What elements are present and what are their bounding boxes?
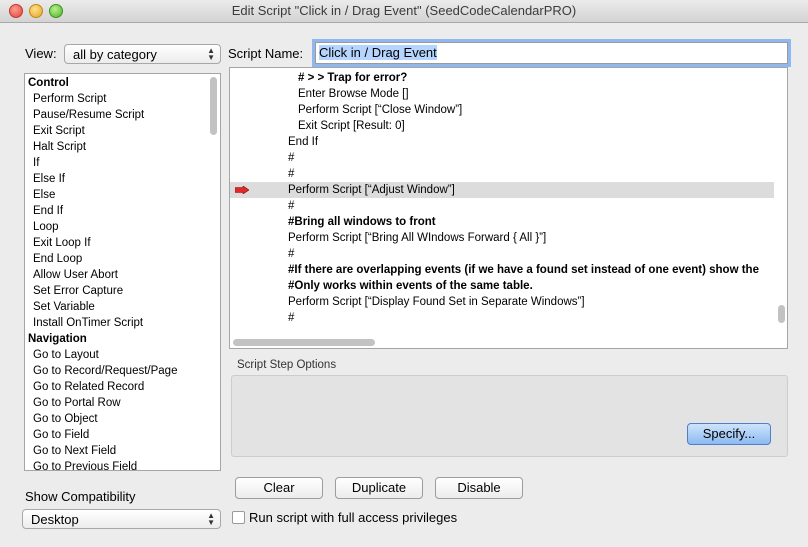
view-label: View:	[25, 46, 57, 61]
duplicate-button[interactable]: Duplicate	[335, 477, 423, 499]
window-title: Edit Script "Click in / Drag Event" (See…	[231, 3, 577, 18]
script-line-text: #	[288, 200, 295, 212]
step-item[interactable]: Go to Portal Row	[25, 395, 220, 411]
script-line[interactable]: #	[230, 150, 774, 166]
script-line-text: Perform Script [“Close Window”]	[298, 104, 463, 116]
steps-scrollbar-thumb[interactable]	[210, 77, 217, 135]
script-line[interactable]: #	[230, 310, 774, 326]
script-line-text: #Bring all windows to front	[288, 216, 436, 228]
script-name-input[interactable]: Click in / Drag Event	[315, 42, 788, 64]
compatibility-popup[interactable]: Desktop ▲ ▼	[22, 509, 221, 529]
step-item[interactable]: Install OnTimer Script	[25, 315, 220, 331]
step-item[interactable]: Allow User Abort	[25, 267, 220, 283]
script-line[interactable]: Perform Script [“Bring All WIndows Forwa…	[230, 230, 774, 246]
step-item[interactable]: Go to Previous Field	[25, 459, 220, 470]
script-line-text: #	[288, 248, 295, 260]
script-line[interactable]: Perform Script [“Close Window”]	[230, 102, 774, 118]
step-item[interactable]: Go to Field	[25, 427, 220, 443]
step-item[interactable]: Go to Layout	[25, 347, 220, 363]
full-access-label: Run script with full access privileges	[249, 510, 458, 525]
editor-horizontal-scrollbar-thumb[interactable]	[233, 339, 375, 346]
step-item[interactable]: Else	[25, 187, 220, 203]
full-access-checkbox[interactable]	[232, 511, 245, 524]
step-options-label: Script Step Options	[237, 359, 337, 371]
step-item[interactable]: Halt Script	[25, 139, 220, 155]
view-popup[interactable]: all by category ▲ ▼	[64, 44, 221, 64]
script-line-text: #If there are overlapping events (if we …	[288, 264, 759, 276]
script-line[interactable]: #	[230, 198, 774, 214]
title-bar: Edit Script "Click in / Drag Event" (See…	[0, 0, 808, 23]
step-item[interactable]: Set Error Capture	[25, 283, 220, 299]
step-item[interactable]: Exit Loop If	[25, 235, 220, 251]
script-line-text: Enter Browse Mode []	[298, 88, 409, 100]
script-line-text: #Only works within events of the same ta…	[288, 280, 533, 292]
script-line-text: # > > Trap for error?	[298, 72, 408, 84]
script-line[interactable]: Exit Script [Result: 0]	[230, 118, 774, 134]
script-line[interactable]: End If	[230, 134, 774, 150]
clear-button[interactable]: Clear	[235, 477, 323, 499]
step-item[interactable]: Go to Record/Request/Page	[25, 363, 220, 379]
step-item[interactable]: Go to Object	[25, 411, 220, 427]
script-line-text: End If	[288, 136, 319, 148]
step-category[interactable]: Navigation	[25, 331, 220, 347]
script-line-text: Perform Script [“Display Found Set in Se…	[288, 296, 585, 308]
script-line-text: Exit Script [Result: 0]	[298, 120, 405, 132]
show-compatibility-label: Show Compatibility	[25, 489, 136, 504]
script-editor[interactable]: # > > Trap for error? Enter Browse Mode […	[229, 67, 788, 349]
red-arrow-icon	[235, 186, 249, 194]
step-item[interactable]: If	[25, 155, 220, 171]
script-line[interactable]: #	[230, 166, 774, 182]
step-item[interactable]: Go to Next Field	[25, 443, 220, 459]
script-line[interactable]: # > > Trap for error?	[230, 70, 774, 86]
script-line[interactable]: Perform Script [“Adjust Window”]	[230, 182, 774, 198]
script-name-label: Script Name:	[228, 46, 304, 61]
step-item[interactable]: End If	[25, 203, 220, 219]
script-line-text: Perform Script [“Adjust Window”]	[288, 184, 455, 196]
script-line[interactable]: Perform Script [“Display Found Set in Se…	[230, 294, 774, 310]
compatibility-popup-value: Desktop	[31, 512, 79, 527]
script-steps-list[interactable]: Control Perform Script Pause/Resume Script…	[24, 73, 221, 471]
script-line[interactable]: #If there are overlapping events (if we …	[230, 262, 774, 278]
view-popup-value: all by category	[73, 47, 157, 62]
script-line-text: #	[288, 312, 295, 324]
script-line[interactable]: Enter Browse Mode []	[230, 86, 774, 102]
script-line-text: Perform Script [“Bring All WIndows Forwa…	[288, 232, 547, 244]
step-item[interactable]: Exit Script	[25, 123, 220, 139]
disable-button[interactable]: Disable	[435, 477, 523, 499]
step-item[interactable]: Pause/Resume Script	[25, 107, 220, 123]
script-name-value: Click in / Drag Event	[319, 45, 437, 60]
step-item[interactable]: End Loop	[25, 251, 220, 267]
script-line[interactable]: #Only works within events of the same ta…	[230, 278, 774, 294]
step-item[interactable]: Else If	[25, 171, 220, 187]
script-line-text: #	[288, 152, 295, 164]
step-item[interactable]: Set Variable	[25, 299, 220, 315]
script-line-text: #	[288, 168, 295, 180]
popup-arrows-icon: ▲ ▼	[207, 46, 215, 62]
editor-vertical-scrollbar-thumb[interactable]	[778, 305, 785, 323]
step-item[interactable]: Go to Related Record	[25, 379, 220, 395]
script-line[interactable]: #Bring all windows to front	[230, 214, 774, 230]
step-category[interactable]: Control	[25, 75, 220, 91]
step-item[interactable]: Perform Script	[25, 91, 220, 107]
step-item[interactable]: Loop	[25, 219, 220, 235]
popup-arrows-icon: ▲ ▼	[207, 511, 215, 527]
script-line[interactable]: #	[230, 246, 774, 262]
specify-button[interactable]: Specify...	[687, 423, 771, 445]
